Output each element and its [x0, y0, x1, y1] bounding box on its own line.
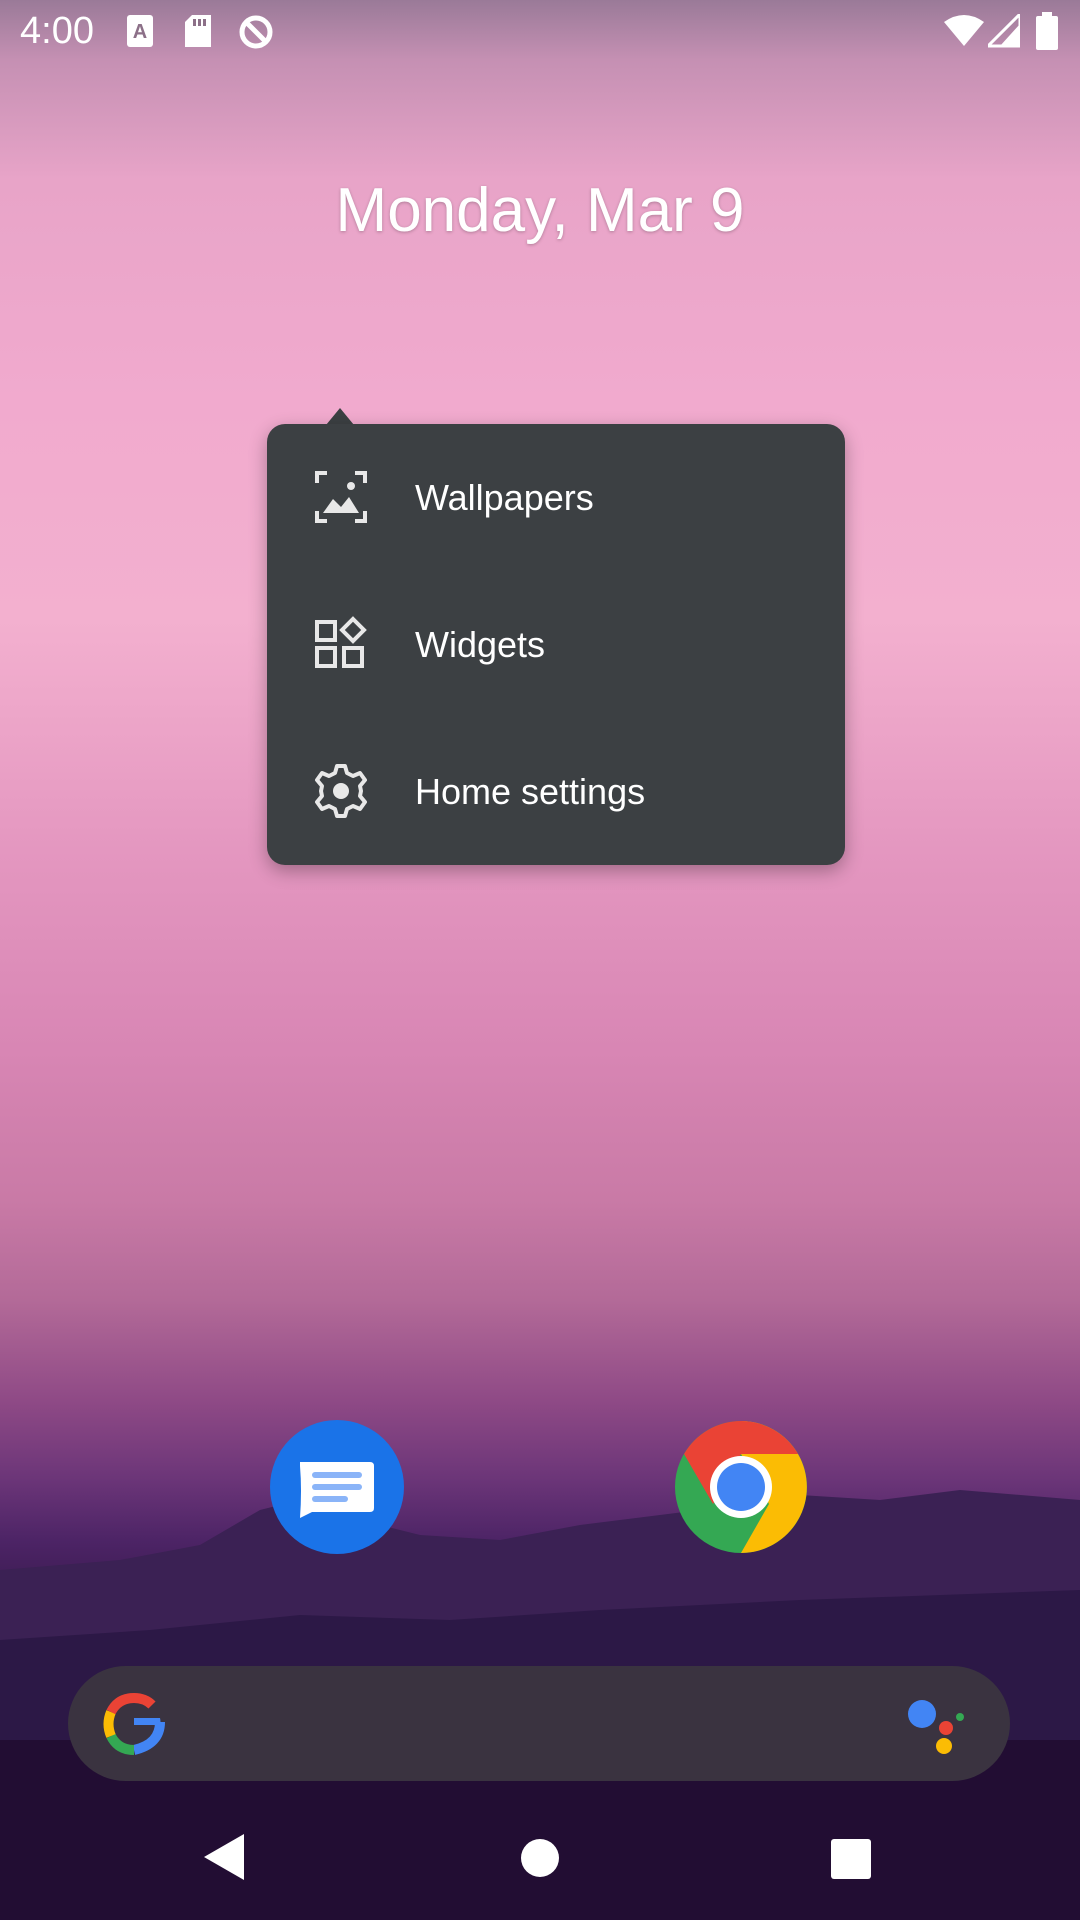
home-icon[interactable] — [520, 1838, 560, 1878]
data-saver-icon — [239, 15, 273, 49]
back-icon[interactable] — [204, 1834, 244, 1880]
widgets-icon — [315, 616, 367, 668]
chrome-icon — [675, 1421, 807, 1553]
menu-item-label: Wallpapers — [415, 476, 594, 518]
home-date[interactable]: Monday, Mar 9 — [0, 175, 1080, 246]
status-time: 4:00 — [20, 10, 94, 52]
menu-item-label: Home settings — [415, 770, 646, 812]
menu-item-wallpapers[interactable]: Wallpapers — [267, 424, 845, 571]
menu-item-widgets[interactable]: Widgets — [267, 571, 845, 718]
navigation-bar — [0, 1800, 1080, 1920]
recents-icon[interactable] — [830, 1838, 872, 1880]
google-assistant-icon[interactable] — [904, 1694, 968, 1754]
menu-item-home-settings[interactable]: Home settings — [267, 718, 845, 865]
sd-card-icon — [185, 15, 211, 47]
text-a-icon: A — [127, 15, 153, 47]
chrome-app-icon[interactable] — [674, 1420, 808, 1554]
home-context-menu: Wallpapers Widgets Home settings — [267, 424, 845, 865]
google-search-bar[interactable] — [68, 1666, 1010, 1781]
menu-pointer — [326, 408, 354, 425]
google-g-icon — [103, 1692, 165, 1755]
gear-icon — [315, 764, 367, 818]
status-bar: 4:00 A — [0, 0, 1080, 64]
wallpaper-icon — [315, 471, 367, 523]
svg-text:A: A — [133, 21, 147, 43]
battery-icon — [1036, 12, 1058, 50]
signal-icon — [988, 14, 1020, 48]
messages-icon — [300, 1462, 374, 1518]
wifi-icon — [944, 15, 984, 46]
menu-item-label: Widgets — [415, 623, 546, 665]
messages-app-icon[interactable] — [270, 1420, 404, 1554]
